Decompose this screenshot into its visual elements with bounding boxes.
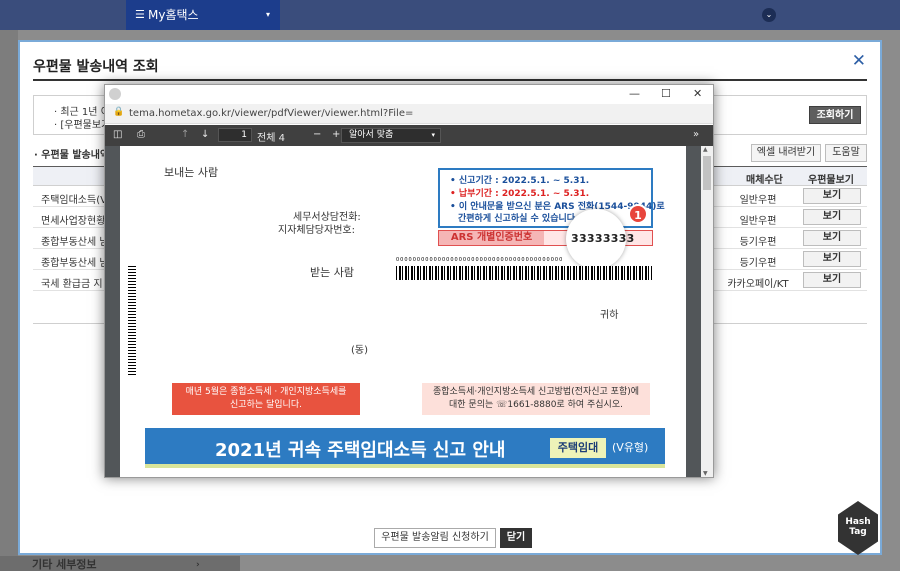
row-name: 면세사업장현황 (41, 216, 106, 227)
notice-box: • 신고기간 : 2022.5.1. ~ 5.31. • 납부기간 : 2022… (438, 168, 665, 228)
zoom-in-plus-icon[interactable]: + (332, 129, 340, 140)
excel-download-button[interactable]: 엑셀 내려받기 (751, 144, 821, 162)
sidebar-toggle-icon[interactable]: ◫ (113, 129, 122, 140)
footer-text: 기타 세부정보 (32, 558, 97, 571)
dong-label: (동) (351, 345, 369, 356)
pdf-scrollbar[interactable]: ▲ ▼ (701, 146, 713, 477)
view-button[interactable]: 보기 (803, 209, 861, 225)
top-nav-bar: ☰ My홈택스 ▾ ⌄ (0, 0, 900, 30)
pdf-toolbar: ◫ ⎙ ↑ ↓ 1 전체 4 − + 알아서 맞춤 ▾ » (105, 125, 713, 146)
row-media: 등기우편 (739, 258, 777, 269)
pink-notice-box: 종합소득세·개인지방소득세 신고방법(전자신고 포함)에 대한 문의는 ☏166… (422, 383, 650, 415)
my-hometax-menu[interactable]: ☰ My홈택스 ▾ (126, 0, 280, 30)
info-line-2: · [우편물보기 (54, 120, 111, 131)
notice-line-1: • 신고기간 : 2022.5.1. ~ 5.31. (450, 176, 590, 186)
col-view: 우편물보기 (808, 175, 854, 186)
lock-icon: 🔒 (113, 107, 125, 117)
print-icon[interactable]: ⎙ (137, 129, 145, 140)
url-text: tema.hometax.go.kr/viewer/pdfViewer/view… (129, 108, 414, 119)
help-button[interactable]: 도움말 (825, 144, 867, 162)
page-total: 전체 4 (257, 133, 285, 144)
apply-notification-button[interactable]: 우편물 발송알림 신청하기 (374, 528, 496, 548)
title-divider (33, 79, 867, 81)
row-name: 종합부동산세 닏 (41, 258, 109, 269)
step-marker-badge: 1 (628, 204, 648, 224)
background-sidebar (0, 30, 18, 571)
row-name: 국세 환급금 지 (41, 279, 103, 290)
browser-logo-icon (109, 88, 121, 100)
dropdown-arrow-icon: ▾ (431, 131, 435, 139)
gwiha-label: 귀하 (600, 310, 619, 321)
scroll-thumb[interactable] (703, 156, 711, 190)
view-button[interactable]: 보기 (803, 251, 861, 267)
row-media: 카카오페이/KT (727, 279, 789, 290)
zoom-out-icon[interactable]: − (313, 129, 321, 140)
view-button[interactable]: 보기 (803, 272, 861, 288)
menu-label: My홈택스 (148, 8, 199, 22)
zoom-value: 알아서 맞춤 (349, 130, 394, 140)
receiver-label: 받는 사람 (310, 266, 354, 279)
maximize-icon[interactable]: ☐ (661, 87, 671, 100)
more-tools-icon[interactable]: » (693, 129, 699, 140)
sender-label: 보내는 사람 (164, 166, 219, 179)
zoom-select[interactable]: 알아서 맞춤 ▾ (341, 128, 441, 143)
side-barcode (128, 266, 136, 376)
row-name: 주택임대소득(V (41, 195, 107, 206)
ars-auth-label: ARS 개별인증번호 (439, 231, 544, 245)
view-button[interactable]: 보기 (803, 230, 861, 246)
view-button[interactable]: 보기 (803, 188, 861, 204)
background-footer-item[interactable]: 기타 세부정보 › (0, 556, 240, 571)
scroll-up-icon[interactable]: ▲ (703, 146, 708, 153)
title-banner: 2021년 귀속 주택임대소득 신고 안내 주택임대 (V유형) (145, 428, 665, 468)
pdf-page: 보내는 사람 세무서상담전화: 지자체담당자번호: • 신고기간 : 2022.… (120, 146, 686, 477)
barcode-digits: 0000000000000000000000000000000000000000 (396, 257, 564, 263)
banner-tag: 주택임대 (550, 438, 606, 458)
chevron-down-icon[interactable]: ⌄ (762, 8, 776, 22)
banner-title: 2021년 귀속 주택임대소득 신고 안내 (215, 440, 506, 461)
close-button[interactable]: 닫기 (500, 528, 532, 548)
address-bar[interactable]: 🔒 tema.hometax.go.kr/viewer/pdfViewer/vi… (105, 104, 713, 124)
page-down-icon[interactable]: ↓ (201, 129, 209, 140)
page-up-icon[interactable]: ↑ (181, 129, 189, 140)
postal-barcode (396, 266, 652, 280)
section-title: · 우편물 발송내역 (34, 150, 110, 161)
pink-notice-text: 종합소득세·개인지방소득세 신고방법(전자신고 포함)에 대한 문의는 ☏166… (432, 387, 640, 410)
col-media: 매체수단 (746, 175, 783, 186)
window-close-icon[interactable]: ✕ (693, 87, 702, 100)
page-number-input[interactable]: 1 (218, 128, 252, 142)
close-icon[interactable]: ✕ (852, 51, 866, 71)
row-name: 종합부동산세 닏 (41, 237, 109, 248)
modal-title: 우편물 발송내역 조회 (33, 59, 159, 75)
ars-auth-number: 33333333 (571, 232, 635, 245)
minimize-icon[interactable]: — (629, 87, 640, 100)
search-button[interactable]: 조회하기 (809, 106, 861, 124)
banner-tag-type: (V유형) (612, 441, 649, 454)
red-notice-text: 매년 5월은 종합소득세 · 개인지방소득세를 신고하는 달입니다. (185, 387, 347, 410)
scroll-down-icon[interactable]: ▼ (703, 470, 708, 477)
pdf-viewer-window: — ☐ ✕ 🔒 tema.hometax.go.kr/viewer/pdfVie… (104, 84, 714, 478)
red-notice-box: 매년 5월은 종합소득세 · 개인지방소득세를 신고하는 달입니다. (172, 383, 360, 415)
row-media: 등기우편 (739, 237, 777, 248)
local-gov-tel-label: 지자체담당자번호: (278, 225, 355, 236)
watermark-text: Hash Tag (845, 517, 871, 537)
hamburger-icon: ☰ (135, 8, 145, 21)
chevron-right-icon: › (196, 560, 200, 570)
window-titlebar: — ☐ ✕ (105, 85, 713, 104)
caret-down-icon: ▾ (265, 10, 270, 19)
row-media: 일반우편 (739, 216, 777, 227)
notice-line-3b: 간편하게 신고하실 수 있습니다. (458, 214, 579, 224)
row-media: 일반우편 (739, 195, 777, 206)
notice-line-2: • 납부기간 : 2022.5.1. ~ 5.31. (450, 189, 590, 199)
